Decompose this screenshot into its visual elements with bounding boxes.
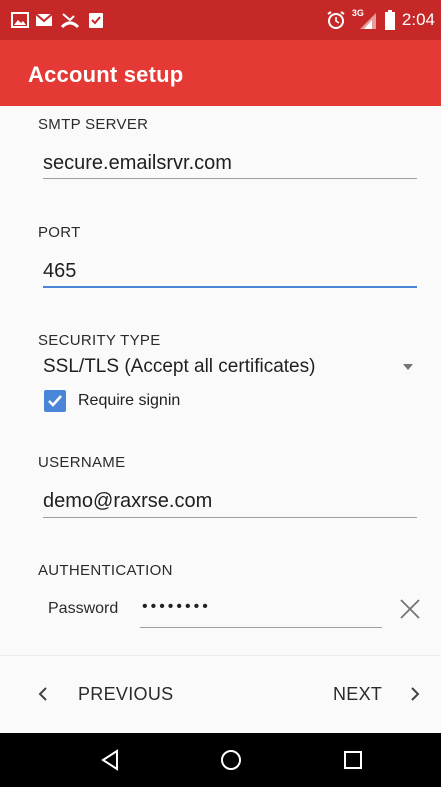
smtp-server-underline bbox=[43, 178, 417, 179]
bottom-divider bbox=[0, 655, 441, 656]
password-input[interactable]: •••••••• bbox=[142, 598, 211, 616]
check-icon bbox=[48, 395, 62, 407]
page-title: Account setup bbox=[28, 62, 184, 87]
missed-call-icon bbox=[60, 13, 80, 29]
security-type-select[interactable]: SSL/TLS (Accept all certificates) bbox=[43, 356, 315, 378]
image-icon bbox=[11, 12, 29, 28]
status-right: 3G 2:04 bbox=[326, 8, 435, 32]
system-nav-bar bbox=[0, 733, 441, 787]
battery-icon bbox=[384, 10, 395, 30]
next-button[interactable]: NEXT bbox=[333, 684, 382, 705]
home-icon[interactable] bbox=[219, 748, 243, 772]
status-time: 2:04 bbox=[401, 10, 435, 29]
password-underline bbox=[140, 627, 382, 628]
signal-icon: 3G bbox=[352, 8, 378, 30]
authentication-label: AUTHENTICATION bbox=[38, 562, 173, 579]
previous-button[interactable]: PREVIOUS bbox=[78, 684, 173, 705]
recents-icon[interactable] bbox=[341, 748, 365, 772]
status-bar: 3G 2:04 bbox=[0, 0, 441, 40]
require-signin-label[interactable]: Require signin bbox=[78, 392, 180, 410]
username-label: USERNAME bbox=[38, 454, 126, 471]
smtp-server-input[interactable]: secure.emailsrvr.com bbox=[43, 152, 232, 175]
alarm-icon bbox=[327, 11, 345, 29]
chevron-right-icon[interactable] bbox=[408, 684, 422, 704]
clipboard-check-icon bbox=[89, 13, 103, 28]
mail-icon bbox=[35, 13, 53, 26]
chevron-left-icon[interactable] bbox=[36, 684, 50, 704]
clear-password-icon[interactable] bbox=[398, 597, 422, 621]
security-type-label: SECURITY TYPE bbox=[38, 332, 161, 349]
smtp-server-label: SMTP SERVER bbox=[38, 116, 149, 133]
dropdown-arrow-icon[interactable] bbox=[403, 364, 413, 370]
port-label: PORT bbox=[38, 224, 81, 241]
port-input[interactable]: 465 bbox=[43, 260, 76, 283]
app-bar: Account setup bbox=[0, 40, 441, 106]
port-underline-focused bbox=[43, 286, 417, 288]
back-icon[interactable] bbox=[98, 748, 122, 772]
require-signin-checkbox[interactable] bbox=[44, 390, 66, 412]
username-underline bbox=[43, 517, 417, 518]
username-input[interactable]: demo@raxrse.com bbox=[43, 490, 212, 513]
password-label: Password bbox=[48, 600, 119, 617]
